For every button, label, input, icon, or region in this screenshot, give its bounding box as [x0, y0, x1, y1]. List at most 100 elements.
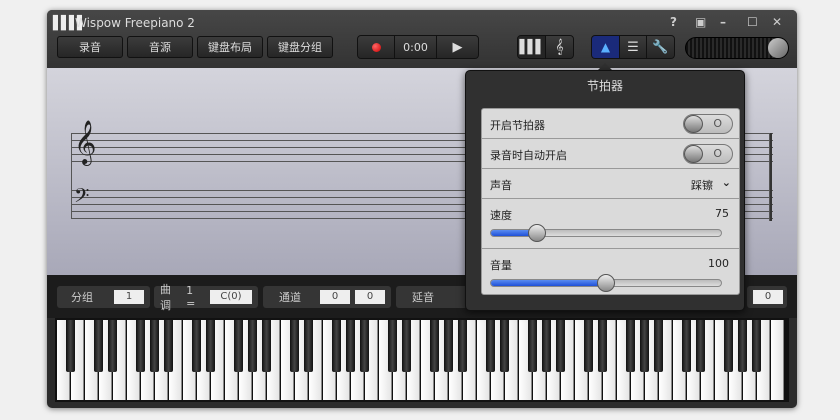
key-value-input[interactable]: C(0) — [210, 290, 252, 304]
sound-row: 声音 踩镲 ⌄ — [482, 169, 739, 199]
black-key[interactable] — [696, 320, 705, 372]
metronome-tab[interactable]: ▲ — [592, 36, 620, 58]
black-key[interactable] — [108, 320, 117, 372]
black-key[interactable] — [136, 320, 145, 372]
sound-source-button[interactable]: 音源 — [127, 36, 193, 58]
sliders-icon: ☰ — [627, 39, 639, 55]
black-key[interactable] — [248, 320, 257, 372]
minimize-icon[interactable]: – — [720, 15, 726, 29]
piano-icon: ▌▌▌ — [519, 39, 546, 55]
chevron-down-icon[interactable]: ⌄ — [722, 176, 731, 189]
black-key[interactable] — [192, 320, 201, 372]
key-label: 曲调 — [160, 283, 171, 312]
view-switch: ▌▌▌ 𝄞 — [517, 35, 574, 59]
volume-label: 音量 — [490, 259, 512, 272]
black-key[interactable] — [290, 320, 299, 372]
black-key[interactable] — [752, 320, 761, 372]
window-title: Wispow Freepiano 2 — [75, 16, 195, 30]
sound-label: 声音 — [490, 179, 512, 192]
play-button[interactable]: ▶ — [437, 36, 478, 58]
enable-metronome-row: 开启节拍器 O — [482, 109, 739, 139]
black-key[interactable] — [430, 320, 439, 372]
black-key[interactable] — [66, 320, 75, 372]
sound-select[interactable]: 踩镲 — [691, 177, 713, 193]
popup-title: 节拍器 — [586, 79, 623, 93]
black-key[interactable] — [164, 320, 173, 372]
volume-slider-thumb[interactable] — [597, 274, 615, 292]
score-view-button[interactable]: 𝄞 — [546, 36, 573, 58]
black-key[interactable] — [458, 320, 467, 372]
master-volume-slider[interactable] — [685, 37, 789, 59]
black-key[interactable] — [486, 320, 495, 372]
record-menu-button[interactable]: 录音 — [57, 36, 123, 58]
key-control: 曲调 1 = C(0) — [154, 283, 258, 312]
transport: 0:00 ▶ — [357, 35, 479, 59]
speed-value: 75 — [715, 207, 729, 220]
maximize-icon[interactable]: ☐ — [747, 15, 758, 29]
speed-slider-thumb[interactable] — [528, 224, 546, 242]
sustain-label: 延音 — [412, 291, 434, 304]
treble-clef-icon: 𝄞 — [74, 120, 97, 164]
metronome-popup: 节拍器 开启节拍器 O 录音时自动开启 O 声音 踩镲 ⌄ 速度 75 音量 1… — [465, 70, 745, 311]
black-key[interactable] — [682, 320, 691, 372]
record-button[interactable] — [358, 36, 395, 58]
mini-mode-icon[interactable]: ▣ — [695, 15, 706, 29]
black-key[interactable] — [584, 320, 593, 372]
close-icon[interactable]: ✕ — [772, 15, 782, 29]
help-icon[interactable]: ? — [670, 15, 677, 29]
keyboard-layout-button[interactable]: 键盘布局 — [197, 36, 263, 58]
volume-slider[interactable] — [490, 274, 722, 292]
bass-clef-icon: 𝄢 — [74, 184, 90, 212]
black-key[interactable] — [598, 320, 607, 372]
channel-in-input[interactable]: 0 — [320, 290, 350, 304]
octave-value-input[interactable]: 0 — [753, 290, 783, 304]
black-key[interactable] — [346, 320, 355, 372]
black-key[interactable] — [94, 320, 103, 372]
black-key[interactable] — [738, 320, 747, 372]
black-key[interactable] — [262, 320, 271, 372]
master-volume-knob[interactable] — [768, 38, 788, 58]
auto-start-label: 录音时自动开启 — [490, 149, 567, 162]
black-key[interactable] — [444, 320, 453, 372]
black-key[interactable] — [150, 320, 159, 372]
black-key[interactable] — [304, 320, 313, 372]
black-key[interactable] — [724, 320, 733, 372]
black-key[interactable] — [654, 320, 663, 372]
channel-label: 通道 — [279, 291, 301, 304]
volume-value: 100 — [708, 257, 729, 270]
keyboard-group-button[interactable]: 键盘分组 — [267, 36, 333, 58]
black-key[interactable] — [542, 320, 551, 372]
play-icon: ▶ — [452, 39, 463, 55]
keyboard-view-button[interactable]: ▌▌▌ — [518, 36, 546, 58]
octave-control: 0 — [747, 286, 787, 308]
black-key[interactable] — [388, 320, 397, 372]
white-key[interactable] — [771, 320, 784, 400]
panel-tabs: ▲ ☰ 🔧 — [591, 35, 675, 59]
black-key[interactable] — [626, 320, 635, 372]
piano-keyboard — [55, 318, 789, 402]
auto-start-toggle[interactable]: O — [683, 144, 733, 164]
group-value-input[interactable]: 1 — [114, 290, 144, 304]
enable-metronome-toggle[interactable]: O — [683, 114, 733, 134]
black-key[interactable] — [556, 320, 565, 372]
record-icon — [371, 42, 381, 52]
group-label: 分组 — [71, 291, 93, 304]
black-key[interactable] — [234, 320, 243, 372]
wrench-icon: 🔧 — [652, 39, 669, 55]
auto-start-row: 录音时自动开启 O — [482, 139, 739, 169]
black-key[interactable] — [500, 320, 509, 372]
black-key[interactable] — [402, 320, 411, 372]
black-key[interactable] — [360, 320, 369, 372]
black-key[interactable] — [640, 320, 649, 372]
black-key[interactable] — [332, 320, 341, 372]
channel-out-input[interactable]: 0 — [355, 290, 385, 304]
sustain-control: 延音 — [396, 286, 476, 308]
speed-slider[interactable] — [490, 224, 722, 242]
black-key[interactable] — [528, 320, 537, 372]
black-key[interactable] — [206, 320, 215, 372]
channel-control: 通道 0 0 — [263, 286, 391, 308]
settings-tab[interactable]: 🔧 — [647, 36, 674, 58]
treble-clef-icon: 𝄞 — [555, 39, 564, 55]
mixer-tab[interactable]: ☰ — [620, 36, 647, 58]
time-display: 0:00 — [395, 36, 437, 58]
